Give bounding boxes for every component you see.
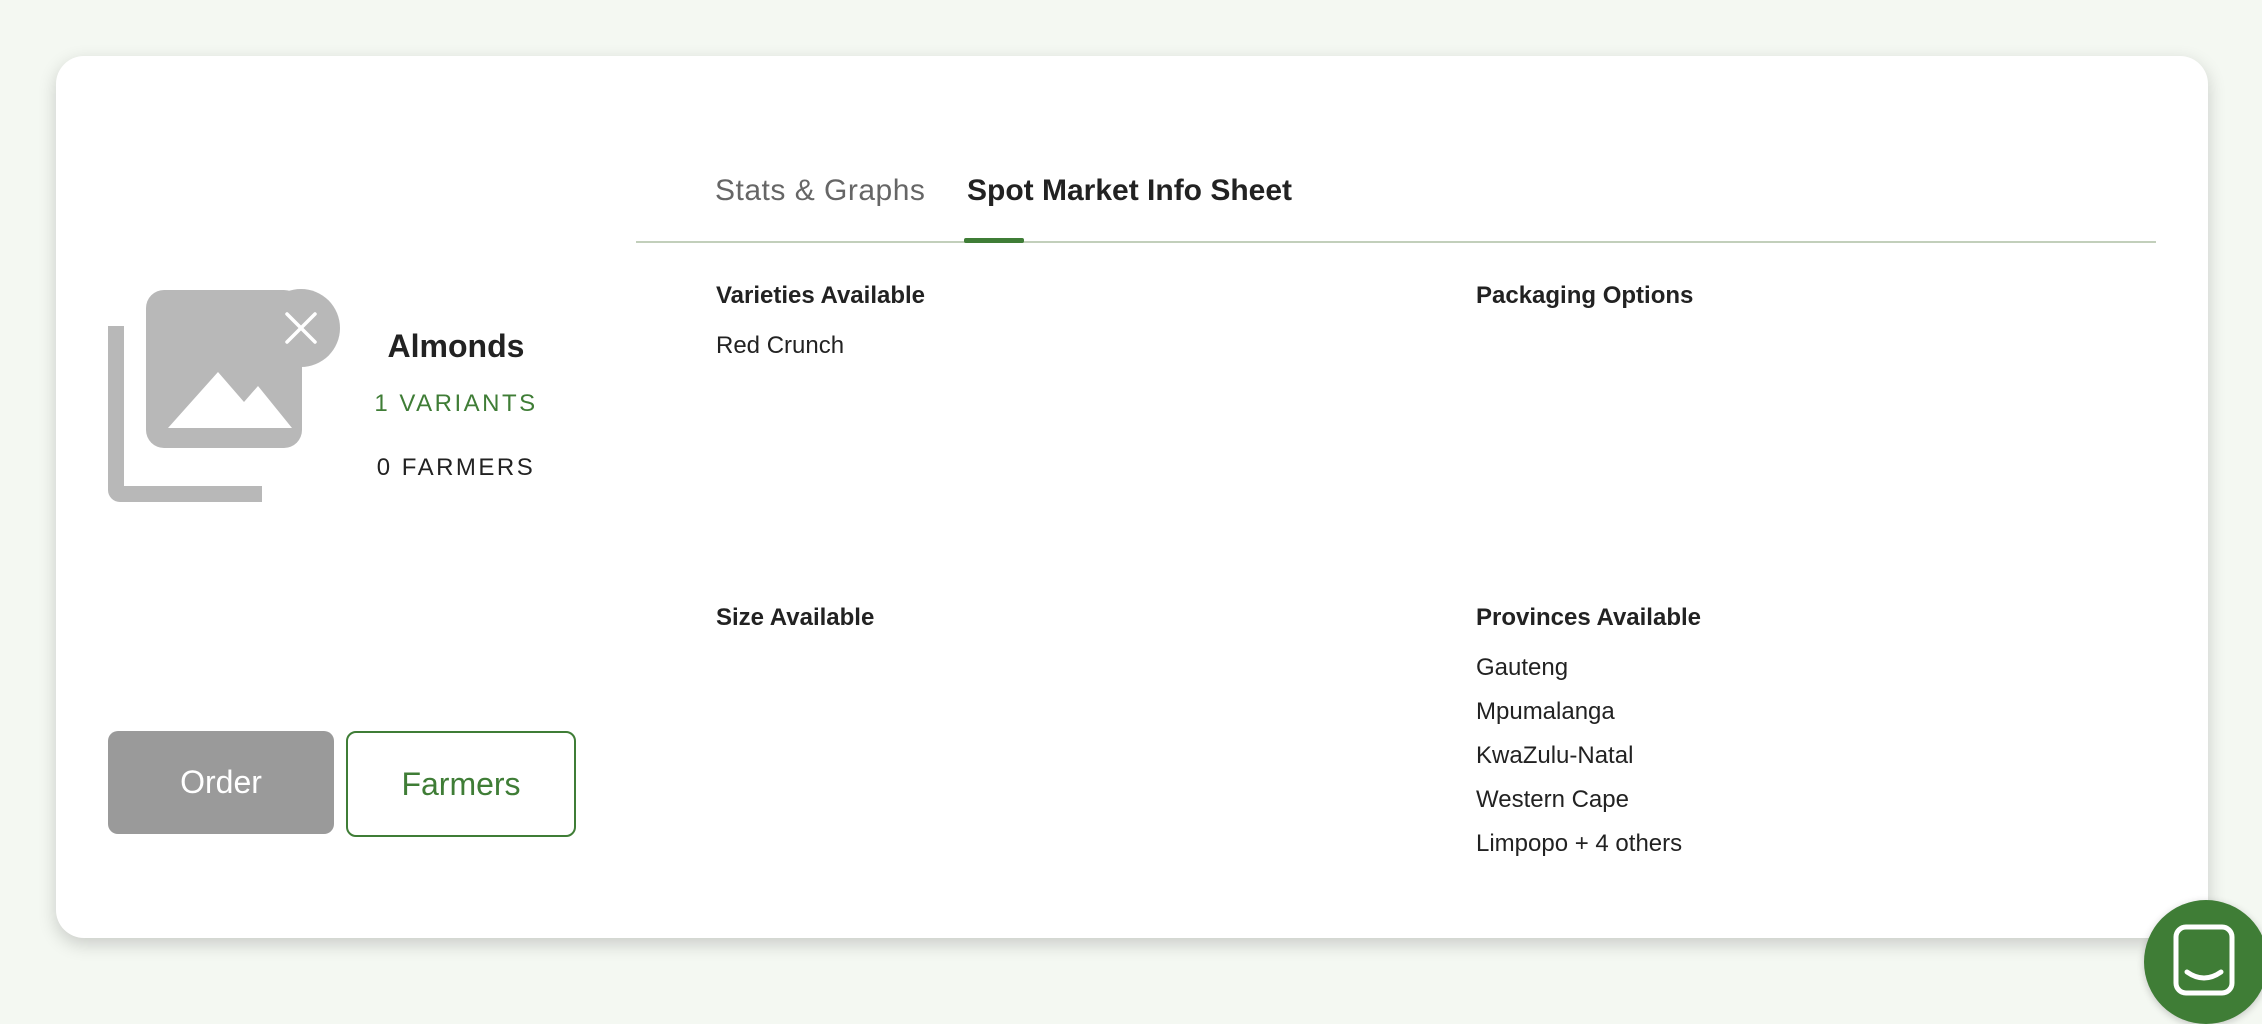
- province-item: Mpumalanga: [1476, 698, 1615, 725]
- varieties-section: Varieties Available Red Crunch: [716, 282, 925, 376]
- chat-icon: [2173, 924, 2235, 996]
- varieties-list: Red Crunch: [716, 332, 925, 376]
- provinces-section: Provinces Available Gauteng Mpumalanga K…: [1476, 604, 1701, 874]
- chat-launcher-button[interactable]: [2144, 900, 2262, 1024]
- tab-spot-market-info-sheet[interactable]: Spot Market Info Sheet: [967, 174, 1292, 208]
- province-item: Western Cape: [1476, 786, 1629, 813]
- provinces-title: Provinces Available: [1476, 604, 1701, 631]
- tab-bar: Stats & Graphs Spot Market Info Sheet: [636, 116, 2156, 243]
- variety-item: Red Crunch: [716, 332, 845, 359]
- size-title: Size Available: [716, 604, 875, 631]
- remove-image-button[interactable]: [262, 289, 340, 367]
- close-icon: [285, 312, 317, 344]
- order-button[interactable]: Order: [108, 731, 334, 834]
- packaging-section: Packaging Options: [1476, 282, 1693, 310]
- product-name: Almonds: [387, 328, 525, 364]
- variants-count-link[interactable]: 1 VARIANTS: [356, 390, 556, 418]
- varieties-title: Varieties Available: [716, 282, 926, 309]
- active-tab-indicator: [964, 238, 1024, 243]
- farmers-count: 0 FARMERS: [376, 454, 536, 481]
- product-card: Stats & Graphs Spot Market Info Sheet Al…: [56, 56, 2208, 938]
- farmers-button[interactable]: Farmers: [346, 731, 576, 837]
- tab-stats-graphs[interactable]: Stats & Graphs: [715, 174, 925, 208]
- province-item: Gauteng: [1476, 654, 1569, 681]
- province-item: Limpopo + 4 others: [1476, 830, 1683, 857]
- packaging-title: Packaging Options: [1476, 282, 1694, 309]
- size-section: Size Available: [716, 604, 874, 632]
- province-item: KwaZulu-Natal: [1476, 742, 1634, 769]
- provinces-list: Gauteng Mpumalanga KwaZulu-Natal Western…: [1476, 654, 1701, 874]
